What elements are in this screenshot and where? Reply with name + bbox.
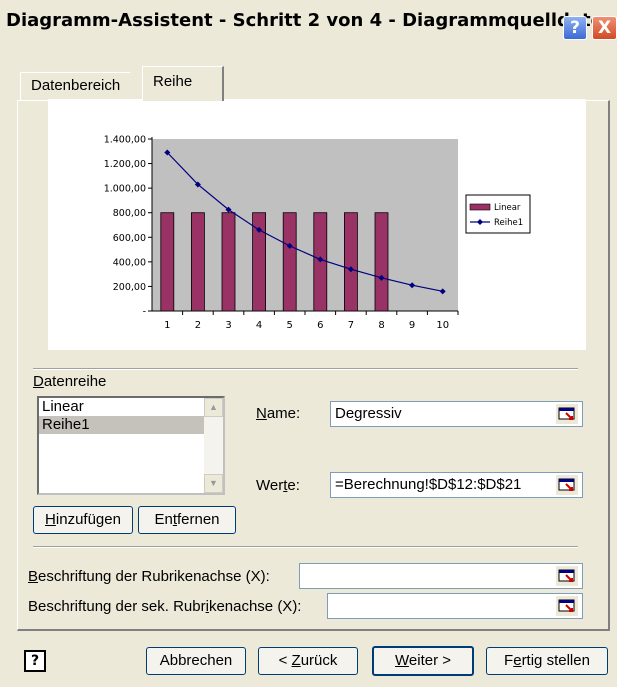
x-tick-label: 6 bbox=[317, 320, 323, 331]
next-button[interactable]: Weiter > bbox=[372, 646, 474, 676]
collapse-dialog-icon[interactable] bbox=[556, 566, 578, 586]
bar bbox=[160, 212, 175, 312]
x-tick-label: 10 bbox=[436, 320, 449, 331]
bar bbox=[282, 212, 297, 312]
name-label: Name: bbox=[256, 405, 300, 422]
x-tick-label: 3 bbox=[225, 320, 231, 331]
y-tick-label: 1.400,00 bbox=[104, 135, 146, 146]
close-icon: X bbox=[597, 18, 612, 38]
y-tick-label: 600,00 bbox=[113, 233, 146, 244]
add-series-text: Hinzufügen bbox=[45, 511, 121, 528]
x-tick-label: 4 bbox=[256, 320, 262, 331]
name-input[interactable]: Degressiv bbox=[330, 401, 583, 427]
secondary-category-axis-label: Beschriftung der sek. Rubrikenachse (X): bbox=[28, 598, 301, 615]
next-text: Weiter > bbox=[395, 652, 451, 669]
separator bbox=[33, 368, 578, 370]
remove-series-text: Entfernen bbox=[154, 511, 220, 528]
y-tick-label: 200,00 bbox=[113, 282, 146, 293]
help-button[interactable]: ? bbox=[563, 16, 587, 40]
secondary-category-axis-text: Beschriftung der sek. Rubrikenachse (X): bbox=[28, 598, 302, 615]
back-text: < Zurück bbox=[278, 652, 338, 669]
close-button[interactable]: X bbox=[592, 16, 617, 40]
bar bbox=[221, 212, 236, 312]
x-tick-label: 1 bbox=[164, 320, 170, 331]
add-series-button[interactable]: Hinzufügen bbox=[33, 506, 133, 534]
cancel-button[interactable]: Abbrechen bbox=[146, 647, 246, 675]
legend-bar-swatch bbox=[469, 203, 491, 211]
bar bbox=[374, 212, 389, 312]
x-tick-label: 8 bbox=[378, 320, 384, 331]
y-tick-label: 1.000,00 bbox=[104, 184, 146, 195]
finish-button[interactable]: Fertig stellen bbox=[486, 647, 608, 675]
scrollbar[interactable]: ▲ ▼ bbox=[204, 398, 223, 493]
title-bar: Diagramm-Assistent - Schritt 2 von 4 - D… bbox=[0, 0, 617, 43]
remove-series-button[interactable]: Entfernen bbox=[138, 506, 236, 534]
legend-label: Linear bbox=[494, 203, 521, 213]
collapse-dialog-icon[interactable] bbox=[556, 475, 578, 495]
category-axis-text: Beschriftung der Rubrikenachse (X): bbox=[28, 568, 270, 585]
series-section-text: Datenreihe bbox=[33, 373, 107, 390]
chart-preview: 1.400,00 1.200,00 1.000,00 800,00 600,00 400,… bbox=[48, 99, 586, 350]
question-icon: ? bbox=[570, 18, 580, 38]
x-tick-label: 2 bbox=[195, 320, 201, 331]
x-tick-label: 9 bbox=[409, 320, 415, 331]
chart-svg: 1.400,00 1.200,00 1.000,00 800,00 600,00 400,… bbox=[104, 135, 531, 331]
name-label-text: Name: bbox=[256, 405, 301, 422]
back-button[interactable]: < Zurück bbox=[258, 647, 358, 675]
y-tick-label: 800,00 bbox=[113, 208, 146, 219]
y-tick-label: 1.200,00 bbox=[104, 159, 146, 170]
collapse-dialog-icon[interactable] bbox=[556, 404, 578, 424]
tab-reihe[interactable]: Reihe bbox=[142, 66, 224, 101]
values-input[interactable]: =Berechnung!$D$12:$D$21 bbox=[330, 472, 583, 498]
office-assistant-help-icon[interactable]: ? bbox=[24, 650, 46, 672]
list-item[interactable]: Linear bbox=[39, 398, 223, 416]
scroll-down-icon[interactable]: ▼ bbox=[204, 474, 223, 493]
bar bbox=[190, 212, 205, 312]
x-tick-label: 7 bbox=[348, 320, 354, 331]
separator bbox=[33, 546, 578, 548]
legend-label: Reihe1 bbox=[494, 218, 523, 228]
y-tick-label: 400,00 bbox=[113, 257, 146, 268]
series-listbox[interactable]: Linear Reihe1 ▲ ▼ bbox=[37, 396, 225, 495]
category-axis-input[interactable] bbox=[299, 563, 583, 589]
finish-text: Fertig stellen bbox=[504, 652, 590, 669]
tab-datenbereich[interactable]: Datenbereich bbox=[20, 72, 131, 100]
x-tick-label: 5 bbox=[287, 320, 293, 331]
category-axis-label: Beschriftung der Rubrikenachse (X): bbox=[28, 568, 270, 585]
values-label-text: Werte: bbox=[256, 477, 300, 494]
list-item-selected[interactable]: Reihe1 bbox=[39, 416, 223, 434]
y-tick-label: - bbox=[143, 307, 146, 318]
window-title: Diagramm-Assistent - Schritt 2 von 4 - D… bbox=[6, 10, 616, 31]
secondary-category-axis-input[interactable] bbox=[327, 593, 583, 619]
collapse-dialog-icon[interactable] bbox=[556, 596, 578, 616]
series-section-label: Datenreihe bbox=[33, 373, 106, 390]
bar bbox=[343, 212, 358, 312]
scroll-up-icon[interactable]: ▲ bbox=[204, 398, 223, 417]
values-label: Werte: bbox=[256, 477, 300, 494]
